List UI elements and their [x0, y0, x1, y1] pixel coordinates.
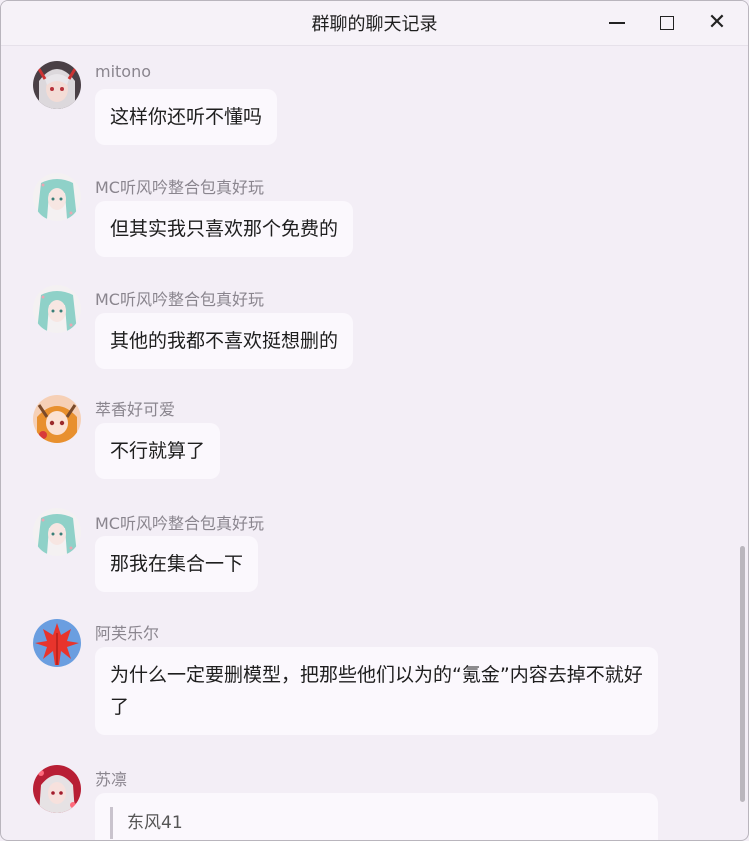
avatar-teal-hair-icon [33, 173, 81, 221]
sender-name: 苏凛 [95, 770, 128, 789]
sender-name: MC听风吟整合包真好玩 [95, 514, 264, 533]
avatar[interactable] [33, 173, 81, 221]
avatar-teal-hair-icon [33, 285, 81, 333]
message-bubble[interactable]: 其他的我都不喜欢挺想删的 [95, 313, 354, 369]
message-bubble[interactable]: 但其实我只喜欢那个免费的 [95, 201, 354, 257]
avatar-red-silver-icon [33, 765, 81, 813]
scrollbar-thumb[interactable] [740, 546, 745, 802]
avatar-maple-leaf-icon [33, 619, 81, 667]
message-bubble[interactable]: 那我在集合一下 [95, 536, 259, 592]
avatar-orange-hair-icon [33, 395, 81, 443]
sender-name: 阿芙乐尔 [95, 624, 160, 643]
message-list[interactable]: mitono 这样你还听不懂吗 MC听风吟整合包真好玩 但其实我只喜欢那个免费的 [1, 46, 748, 840]
avatar[interactable] [33, 395, 81, 443]
maximize-icon [660, 16, 674, 30]
message-bubble[interactable]: 不行就算了 [95, 423, 221, 479]
sender-name: 萃香好可爱 [95, 400, 176, 419]
sender-name: mitono [95, 62, 152, 81]
minimize-button[interactable] [592, 1, 642, 45]
minimize-icon [609, 22, 625, 24]
title-bar[interactable]: 群聊的聊天记录 ✕ [1, 1, 748, 46]
maximize-button[interactable] [642, 1, 692, 45]
avatar[interactable] [33, 619, 81, 667]
avatar[interactable] [33, 508, 81, 556]
message-bubble[interactable]: 为什么一定要删模型，把那些他们以为的“氪金”内容去掉不就好了 [95, 647, 658, 735]
message-bubble[interactable]: 这样你还听不懂吗 [95, 89, 278, 145]
window-controls: ✕ [592, 1, 742, 45]
avatar-teal-hair-icon [33, 508, 81, 556]
avatar[interactable] [33, 61, 81, 109]
quoted-message: 东风41 [110, 807, 643, 839]
avatar[interactable] [33, 765, 81, 813]
close-button[interactable]: ✕ [692, 1, 742, 45]
sender-name: MC听风吟整合包真好玩 [95, 290, 264, 309]
avatar-silver-hair-icon [33, 61, 81, 109]
close-icon: ✕ [707, 10, 727, 35]
sender-name: MC听风吟整合包真好玩 [95, 178, 264, 197]
avatar[interactable] [33, 285, 81, 333]
message-bubble[interactable]: 东风41 [95, 793, 658, 840]
window-title: 群聊的聊天记录 [311, 14, 438, 35]
chat-history-window: 群聊的聊天记录 ✕ mitono 这样你还听不懂吗 MC听风吟整合包真好玩 但其… [0, 0, 749, 841]
